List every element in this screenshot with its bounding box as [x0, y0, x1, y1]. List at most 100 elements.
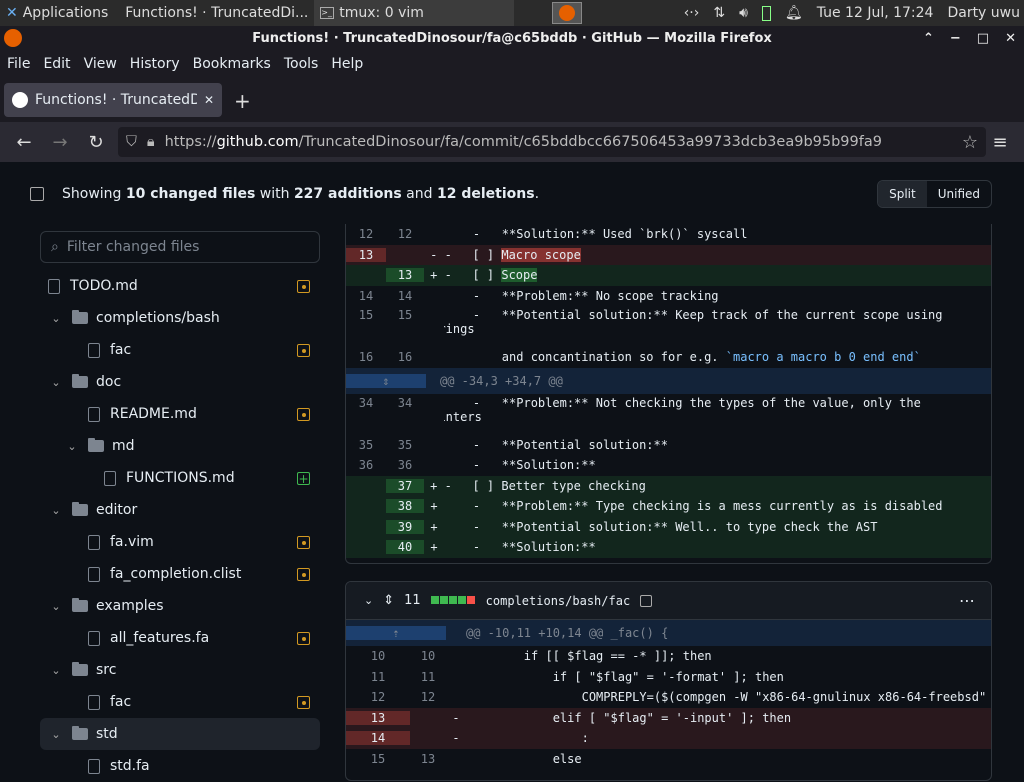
old-line-number[interactable]: 13: [346, 710, 410, 725]
menu-bookmarks[interactable]: Bookmarks: [193, 56, 278, 72]
chevron-down-icon[interactable]: ⌄: [48, 600, 64, 613]
tree-folder[interactable]: ⌄ src: [40, 654, 320, 686]
expand-up-icon[interactable]: ⇡: [346, 626, 446, 640]
collapse-chevron-icon[interactable]: ⌄: [364, 594, 373, 607]
old-line-number[interactable]: 16: [346, 350, 386, 364]
diff-row-added[interactable]: 13 + - [ ] Scope: [346, 265, 991, 286]
diff-row-deleted[interactable]: 13 - elif [ "$flag" = '-input' ]; then: [346, 707, 991, 728]
diff-row-deleted[interactable]: 14 - :: [346, 728, 991, 749]
diff-row-added[interactable]: 39 + - **Potential solution:** Well.. to …: [346, 516, 991, 537]
old-line-number[interactable]: 35: [346, 438, 386, 452]
old-line-number[interactable]: 14: [346, 289, 386, 303]
tree-file[interactable]: fa_completion.clist: [40, 558, 320, 590]
diff-row[interactable]: 34 34 - **Problem:** Not checking the typ…: [346, 394, 991, 435]
new-line-number[interactable]: 16: [386, 350, 424, 364]
chevron-down-icon[interactable]: ⌄: [48, 728, 64, 741]
menu-tools[interactable]: Tools: [284, 56, 326, 72]
tree-folder[interactable]: ⌄ editor: [40, 494, 320, 526]
old-line-number[interactable]: 15: [346, 752, 410, 766]
close-tab-icon[interactable]: ✕: [204, 93, 214, 107]
diff-row-added[interactable]: 38 + - **Problem:** Type checking is a me…: [346, 496, 991, 517]
split-view-button[interactable]: Split: [878, 181, 927, 207]
diff-row[interactable]: 35 35 - **Potential solution:**: [346, 435, 991, 456]
new-line-number[interactable]: 34: [386, 396, 424, 410]
diff-row[interactable]: 11 11 if [ "$flag" = '-format' ]; then: [346, 667, 991, 688]
new-line-number[interactable]: 13: [386, 268, 424, 283]
forward-icon[interactable]: →: [42, 132, 78, 153]
menu-help[interactable]: Help: [331, 56, 370, 72]
lock-icon[interactable]: 🔒︎: [147, 134, 155, 150]
tree-folder[interactable]: ⌄ md: [40, 430, 320, 462]
new-line-number[interactable]: 15: [386, 308, 424, 322]
volume-icon[interactable]: 🔊︎: [739, 5, 748, 21]
battery-icon[interactable]: [761, 5, 771, 21]
new-line-number[interactable]: 11: [410, 670, 446, 684]
diff-row-added[interactable]: 40 + - **Solution:**: [346, 537, 991, 558]
old-line-number[interactable]: 34: [346, 396, 386, 410]
expand-icon[interactable]: ⇕: [346, 373, 426, 388]
collapse-icon[interactable]: ⌃: [923, 31, 934, 46]
diff-row[interactable]: 15 13 else: [346, 749, 991, 770]
diff-row[interactable]: 16 16 and concantination so for e.g. `mac…: [346, 347, 991, 368]
diff-row[interactable]: 10 10 if [[ $flag == -* ]]; then: [346, 646, 991, 667]
toggle-file-tree-icon[interactable]: [30, 187, 44, 201]
expand-all-icon[interactable]: ⇕: [383, 593, 394, 608]
unified-view-button[interactable]: Unified: [927, 181, 991, 207]
menu-history[interactable]: History: [130, 56, 187, 72]
diff-row[interactable]: 14 14 - **Problem:** No scope tracking: [346, 286, 991, 307]
new-tab-icon[interactable]: +: [234, 89, 251, 113]
chevron-down-icon[interactable]: ⌄: [48, 664, 64, 677]
old-line-number[interactable]: 12: [346, 690, 410, 704]
user-name[interactable]: Darty uwu: [947, 5, 1020, 21]
old-line-number[interactable]: 11: [346, 670, 410, 684]
tree-file[interactable]: fa.vim: [40, 526, 320, 558]
url-text[interactable]: https://github.com/TruncatedDinosour/fa/…: [165, 134, 952, 150]
menu-edit[interactable]: Edit: [43, 56, 77, 72]
applications-menu[interactable]: ✕ Applications: [0, 0, 114, 26]
new-line-number[interactable]: 36: [386, 458, 424, 472]
network-icon[interactable]: ‹·›: [684, 5, 700, 21]
new-line-number[interactable]: 35: [386, 438, 424, 452]
diff-row-deleted[interactable]: 13 - - [ ] Macro scope: [346, 244, 991, 265]
tree-file[interactable]: TODO.md: [40, 270, 320, 302]
tree-folder[interactable]: ⌄ std: [40, 718, 320, 750]
diff-row[interactable]: 36 36 - **Solution:**: [346, 455, 991, 476]
minimize-icon[interactable]: −: [950, 31, 961, 46]
tree-file[interactable]: fac: [40, 334, 320, 366]
task-firefox[interactable]: Functions! · TruncatedDi...: [114, 0, 314, 26]
old-line-number[interactable]: 36: [346, 458, 386, 472]
old-line-number[interactable]: 10: [346, 649, 410, 663]
clock[interactable]: Tue 12 Jul, 17:24: [817, 5, 934, 21]
filter-files-input[interactable]: ⌕ Filter changed files: [40, 231, 320, 263]
url-bar[interactable]: ⛉ 🔒︎ https://github.com/TruncatedDinosou…: [118, 127, 986, 157]
new-line-number[interactable]: 10: [410, 649, 446, 663]
back-icon[interactable]: ←: [6, 132, 42, 153]
new-line-number[interactable]: 14: [386, 289, 424, 303]
diff-row[interactable]: 15 15 - **Potential solution:** Keep trac…: [346, 306, 991, 347]
tray-firefox-launcher[interactable]: [552, 2, 582, 24]
kebab-menu-icon[interactable]: ⋯: [959, 591, 975, 610]
reload-icon[interactable]: ↻: [78, 132, 114, 153]
chevron-down-icon[interactable]: ⌄: [48, 504, 64, 517]
transfer-icon[interactable]: ⇅: [713, 5, 725, 21]
menu-view[interactable]: View: [84, 56, 124, 72]
diff-row-added[interactable]: 37 + - [ ] Better type checking: [346, 475, 991, 496]
new-line-number[interactable]: 12: [386, 227, 424, 241]
diff-row[interactable]: 12 12 COMPREPLY=($(compgen -W "x86-64-gnu…: [346, 687, 991, 708]
task-terminal[interactable]: >_ tmux: 0 vim: [314, 0, 515, 26]
new-line-number[interactable]: 40: [386, 540, 424, 555]
new-line-number[interactable]: 38: [386, 499, 424, 514]
tree-file[interactable]: README.md: [40, 398, 320, 430]
old-line-number[interactable]: 13: [346, 247, 386, 262]
file-path[interactable]: completions/bash/fac: [486, 594, 631, 608]
tree-file[interactable]: all_features.fa: [40, 622, 320, 654]
tree-folder[interactable]: ⌄ completions/bash: [40, 302, 320, 334]
old-line-number[interactable]: 14: [346, 731, 410, 746]
new-line-number[interactable]: 37: [386, 478, 424, 493]
chevron-down-icon[interactable]: ⌄: [64, 440, 80, 453]
new-line-number[interactable]: 39: [386, 519, 424, 534]
notification-bell-icon[interactable]: 🔔︎: [785, 5, 803, 21]
copy-path-icon[interactable]: [640, 594, 653, 607]
bookmark-star-icon[interactable]: ☆: [962, 132, 978, 153]
diff-row[interactable]: 12 12 - **Solution:** Used `brk()` syscal…: [346, 224, 991, 245]
